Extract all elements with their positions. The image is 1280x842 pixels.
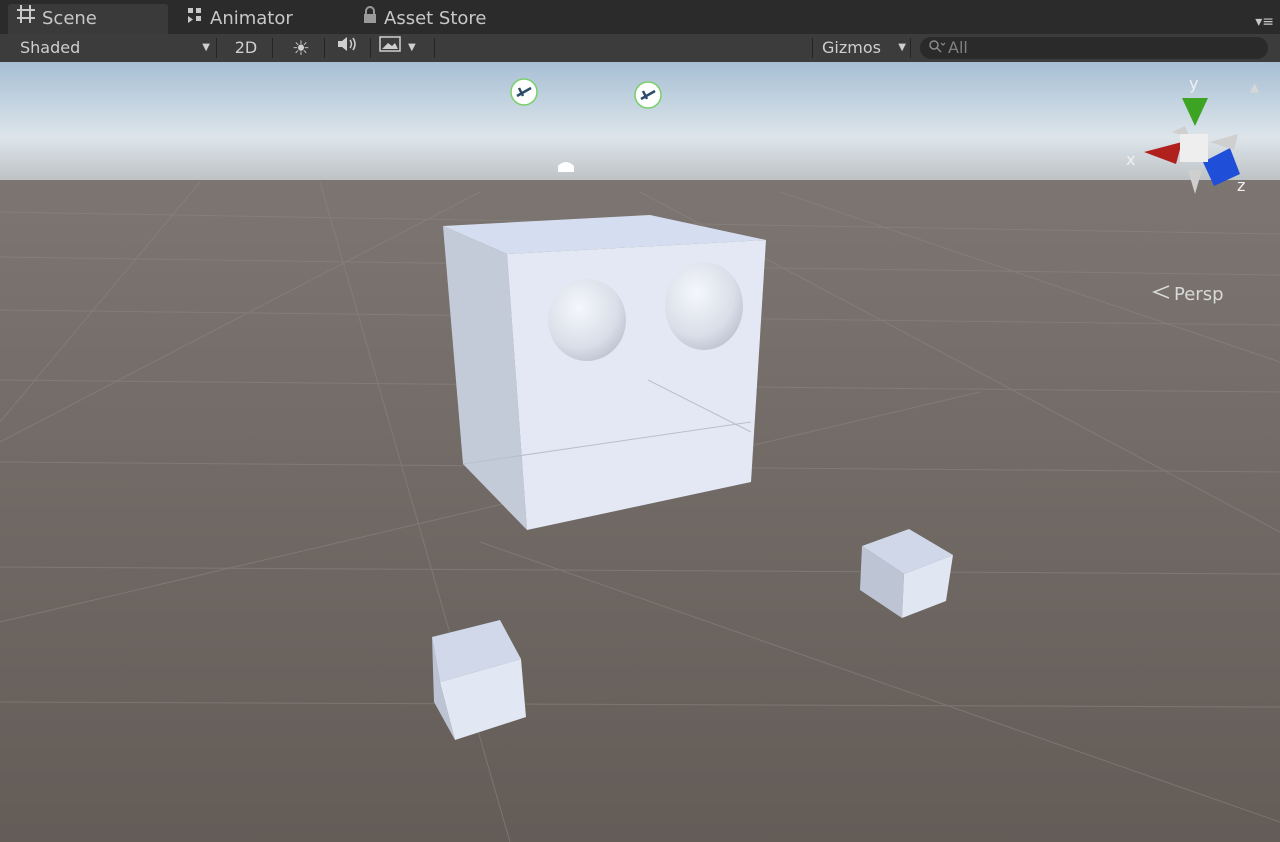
animator-icon xyxy=(186,4,204,34)
toolbar-divider xyxy=(910,38,911,58)
search-input[interactable]: All xyxy=(920,37,1268,59)
toolbar-divider xyxy=(434,38,435,58)
scene-audio-toggle[interactable] xyxy=(330,34,364,62)
audio-source-gizmo-2[interactable] xyxy=(634,81,662,109)
tab-options-menu-icon[interactable]: ▾≡ xyxy=(1255,14,1274,30)
toolbar-divider xyxy=(324,38,325,58)
scene-effects-dropdown[interactable]: ▼ xyxy=(378,34,430,62)
tab-scene[interactable]: Scene xyxy=(8,4,168,34)
search-icon xyxy=(928,37,946,59)
large-cube[interactable] xyxy=(443,215,766,530)
axis-z-label: z xyxy=(1237,176,1246,195)
left-sphere[interactable] xyxy=(548,279,626,361)
chevron-down-icon: ▼ xyxy=(898,42,906,53)
image-icon xyxy=(378,34,402,62)
scene-lighting-toggle[interactable]: ☀ xyxy=(284,34,318,62)
tab-animator-label: Animator xyxy=(210,8,293,29)
lock-icon xyxy=(362,4,378,34)
tab-animator[interactable]: Animator xyxy=(186,4,293,34)
editor-tab-bar: Scene Animator Asset Store ▾≡ xyxy=(0,0,1280,34)
gizmos-label: Gizmos xyxy=(822,38,881,57)
projection-label: Persp xyxy=(1174,284,1224,305)
projection-toggle[interactable]: Persp xyxy=(1151,284,1224,305)
2d-mode-toggle[interactable]: 2D xyxy=(226,34,266,62)
tab-asset-store[interactable]: Asset Store xyxy=(362,4,487,34)
toolbar-divider xyxy=(272,38,273,58)
sun-icon: ☀ xyxy=(292,36,310,60)
toolbar-divider xyxy=(812,38,813,58)
gizmos-dropdown[interactable]: Gizmos ▼ xyxy=(822,34,906,62)
gizmo-lock-icon[interactable]: ▲ xyxy=(1250,80,1259,94)
audio-source-gizmo-1[interactable] xyxy=(510,78,538,106)
tab-scene-label: Scene xyxy=(42,8,97,29)
scene-toolbar: Shaded ▼ 2D ☀ ▼ Gizmos ▼ All xyxy=(0,34,1280,63)
search-placeholder: All xyxy=(948,38,968,57)
chevron-down-icon: ▼ xyxy=(408,42,416,53)
right-sphere[interactable] xyxy=(665,262,743,350)
scene-viewport[interactable]: y x z ▲ Persp xyxy=(0,62,1280,842)
shading-mode-dropdown[interactable]: Shaded ▼ xyxy=(8,34,214,62)
toolbar-divider xyxy=(216,38,217,58)
grid-icon xyxy=(16,4,36,34)
skybox xyxy=(0,62,1280,188)
perspective-icon xyxy=(1151,284,1170,305)
shading-mode-label: Shaded xyxy=(20,38,81,57)
speaker-icon xyxy=(335,34,359,62)
tab-asset-store-label: Asset Store xyxy=(384,8,487,29)
chevron-down-icon: ▼ xyxy=(202,42,210,53)
2d-mode-label: 2D xyxy=(234,38,258,57)
toolbar-divider xyxy=(370,38,371,58)
axis-y-label: y xyxy=(1189,74,1199,93)
axis-x-label: x xyxy=(1126,150,1136,169)
